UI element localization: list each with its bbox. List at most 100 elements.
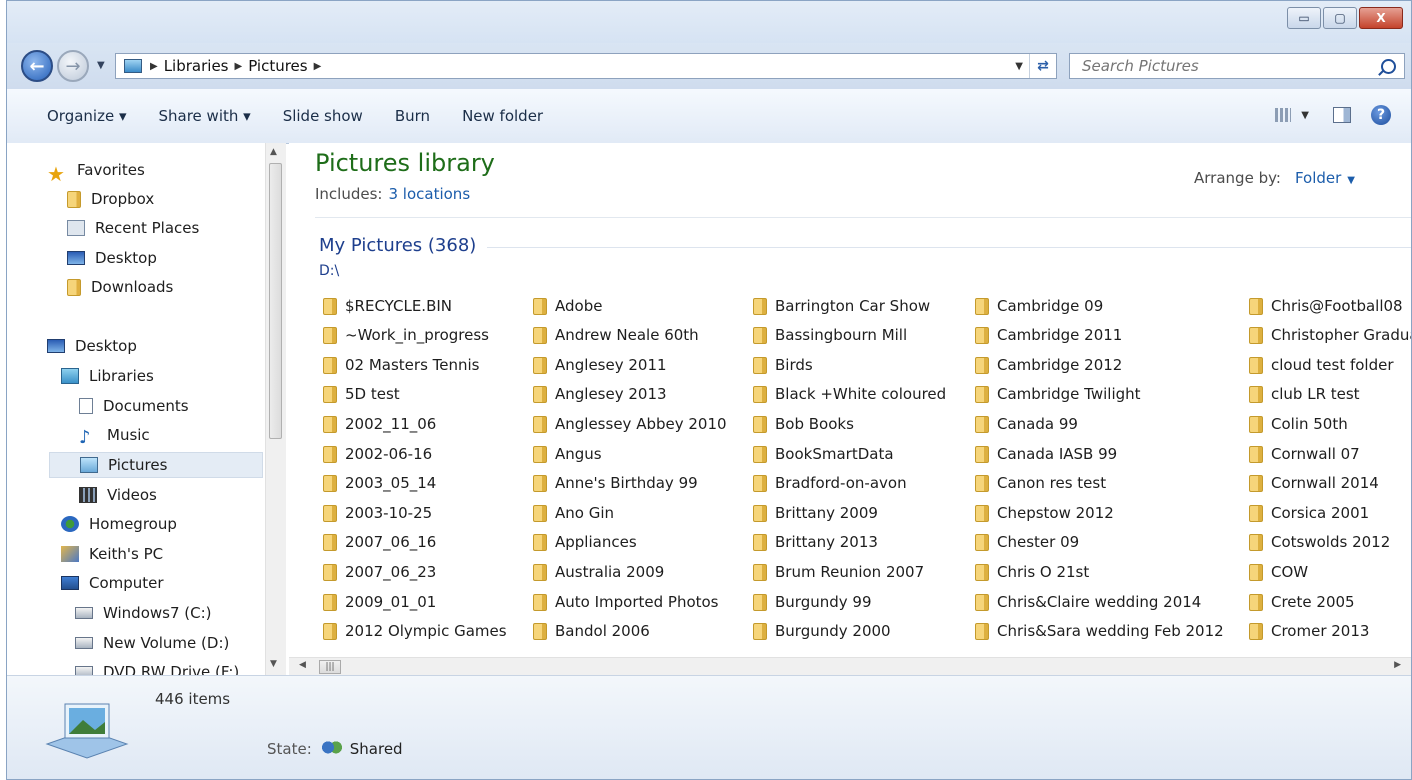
folder-item[interactable]: Bradford-on-avon bbox=[753, 472, 907, 494]
includes-locations-link[interactable]: 3 locations bbox=[388, 185, 470, 203]
folder-item[interactable]: 2012 Olympic Games bbox=[323, 620, 507, 642]
folder-item[interactable]: Black +White coloured bbox=[753, 383, 946, 405]
folder-item[interactable]: Bassingbourn Mill bbox=[753, 324, 907, 346]
folder-item[interactable]: Chris@Football08 bbox=[1249, 295, 1403, 317]
minimize-button[interactable]: ▭ bbox=[1287, 7, 1321, 29]
folder-item[interactable]: Auto Imported Photos bbox=[533, 591, 719, 613]
scroll-left-icon[interactable]: ◀ bbox=[299, 660, 306, 670]
arrange-by-dropdown[interactable]: Folder bbox=[1295, 169, 1341, 187]
folder-item[interactable]: Angus bbox=[533, 443, 602, 465]
folder-item[interactable]: Cambridge Twilight bbox=[975, 383, 1141, 405]
share-with-button[interactable]: Share with ▾ bbox=[155, 103, 255, 129]
view-options-dropdown[interactable]: ▼ bbox=[1301, 110, 1309, 121]
folder-item[interactable]: Brittany 2013 bbox=[753, 531, 878, 553]
new-folder-button[interactable]: New folder bbox=[458, 103, 547, 129]
folder-item[interactable]: Burgundy 99 bbox=[753, 591, 872, 613]
search-icon[interactable] bbox=[1381, 58, 1396, 74]
nav-computer[interactable]: Computer bbox=[61, 570, 164, 596]
folder-item[interactable]: Canon res test bbox=[975, 472, 1106, 494]
nav-libraries[interactable]: Libraries bbox=[61, 363, 154, 389]
folder-item[interactable]: Cromer 2013 bbox=[1249, 620, 1369, 642]
breadcrumb-pictures[interactable]: Pictures bbox=[248, 57, 307, 75]
address-bar[interactable]: ▶ Libraries ▶ Pictures ▶ ▼ ⇄ bbox=[115, 53, 1057, 79]
nav-favorites[interactable]: ★ Favorites bbox=[47, 157, 145, 186]
folder-item[interactable]: Chris&Claire wedding 2014 bbox=[975, 591, 1201, 613]
folder-item[interactable]: Cambridge 2012 bbox=[975, 354, 1122, 376]
horizontal-scrollbar[interactable]: ◀ ||| ▶ bbox=[289, 657, 1411, 676]
folder-item[interactable]: Bob Books bbox=[753, 413, 854, 435]
folder-item[interactable]: Brittany 2009 bbox=[753, 502, 878, 524]
folder-item[interactable]: Chris&Sara wedding Feb 2012 bbox=[975, 620, 1224, 642]
folder-item[interactable]: 2009_01_01 bbox=[323, 591, 436, 613]
folder-item[interactable]: cloud test folder bbox=[1249, 354, 1394, 376]
burn-button[interactable]: Burn bbox=[391, 103, 434, 129]
folder-item[interactable]: Ano Gin bbox=[533, 502, 614, 524]
search-box[interactable] bbox=[1069, 53, 1405, 79]
scrollbar-thumb[interactable] bbox=[269, 163, 282, 439]
maximize-button[interactable]: ▢ bbox=[1323, 7, 1357, 29]
recent-pages-dropdown[interactable]: ▼ bbox=[97, 60, 105, 71]
organize-button[interactable]: Organize ▾ bbox=[43, 103, 131, 129]
nav-windows7-c[interactable]: Windows7 (C:) bbox=[75, 600, 212, 626]
folder-item[interactable]: Canada IASB 99 bbox=[975, 443, 1117, 465]
folder-item[interactable]: 2002-06-16 bbox=[323, 443, 432, 465]
nav-music[interactable]: ♪ Music bbox=[79, 422, 150, 448]
nav-desktop[interactable]: Desktop bbox=[47, 333, 137, 359]
folder-item[interactable]: Canada 99 bbox=[975, 413, 1078, 435]
folder-item[interactable]: Cotswolds 2012 bbox=[1249, 531, 1390, 553]
forward-button[interactable]: → bbox=[57, 50, 89, 82]
folder-item[interactable]: Barrington Car Show bbox=[753, 295, 930, 317]
folder-item[interactable]: Anne's Birthday 99 bbox=[533, 472, 698, 494]
folder-item[interactable]: Anglesey 2013 bbox=[533, 383, 667, 405]
scrollbar-thumb[interactable]: ||| bbox=[319, 660, 341, 674]
folder-item[interactable]: 2002_11_06 bbox=[323, 413, 436, 435]
folder-item[interactable]: club LR test bbox=[1249, 383, 1360, 405]
folder-item[interactable]: ~Work_in_progress bbox=[323, 324, 489, 346]
help-icon[interactable]: ? bbox=[1371, 105, 1391, 125]
nav-dropbox[interactable]: Dropbox bbox=[67, 186, 154, 212]
breadcrumb-chevron-icon[interactable]: ▶ bbox=[235, 61, 243, 72]
folder-item[interactable]: COW bbox=[1249, 561, 1308, 583]
folder-item[interactable]: Colin 50th bbox=[1249, 413, 1348, 435]
folder-item[interactable]: 5D test bbox=[323, 383, 400, 405]
search-input[interactable] bbox=[1080, 56, 1364, 76]
folder-item[interactable]: Corsica 2001 bbox=[1249, 502, 1369, 524]
preview-pane-icon[interactable] bbox=[1333, 107, 1351, 123]
breadcrumb-chevron-icon[interactable]: ▶ bbox=[314, 61, 322, 72]
scroll-down-icon[interactable]: ▼ bbox=[270, 659, 277, 669]
nav-pictures[interactable]: Pictures bbox=[49, 452, 263, 478]
folder-item[interactable]: Cambridge 2011 bbox=[975, 324, 1122, 346]
nav-videos[interactable]: Videos bbox=[79, 482, 157, 508]
chevron-down-icon[interactable]: ▼ bbox=[1347, 175, 1355, 186]
navigation-scrollbar[interactable]: ▲ ▼ bbox=[265, 143, 286, 675]
slide-show-button[interactable]: Slide show bbox=[279, 103, 367, 129]
folder-item[interactable]: Adobe bbox=[533, 295, 602, 317]
breadcrumb-libraries[interactable]: Libraries bbox=[164, 57, 229, 75]
nav-recent-places[interactable]: Recent Places bbox=[67, 215, 199, 241]
folder-item[interactable]: Cornwall 2014 bbox=[1249, 472, 1379, 494]
folder-item[interactable]: Cornwall 07 bbox=[1249, 443, 1360, 465]
folder-item[interactable]: Chepstow 2012 bbox=[975, 502, 1114, 524]
folder-item[interactable]: Cambridge 09 bbox=[975, 295, 1103, 317]
folder-item[interactable]: $RECYCLE.BIN bbox=[323, 295, 452, 317]
scroll-up-icon[interactable]: ▲ bbox=[270, 147, 277, 157]
folder-item[interactable]: 2007_06_23 bbox=[323, 561, 436, 583]
nav-new-volume-d[interactable]: New Volume (D:) bbox=[75, 630, 229, 656]
folder-item[interactable]: Andrew Neale 60th bbox=[533, 324, 699, 346]
folder-item[interactable]: 2003-10-25 bbox=[323, 502, 432, 524]
nav-downloads[interactable]: Downloads bbox=[67, 274, 173, 300]
folder-item[interactable]: 2007_06_16 bbox=[323, 531, 436, 553]
folder-item[interactable]: 02 Masters Tennis bbox=[323, 354, 480, 376]
nav-keiths-pc[interactable]: Keith's PC bbox=[61, 541, 163, 567]
scroll-right-icon[interactable]: ▶ bbox=[1394, 660, 1401, 670]
nav-homegroup[interactable]: Homegroup bbox=[61, 511, 177, 537]
nav-desktop-favorite[interactable]: Desktop bbox=[67, 245, 157, 271]
folder-item[interactable]: 2003_05_14 bbox=[323, 472, 436, 494]
nav-dvd-rw-drive-f[interactable]: DVD RW Drive (F:) bbox=[75, 659, 239, 675]
folder-item[interactable]: Anglessey Abbey 2010 bbox=[533, 413, 727, 435]
folder-item[interactable]: Brum Reunion 2007 bbox=[753, 561, 924, 583]
folder-item[interactable]: Bandol 2006 bbox=[533, 620, 650, 642]
folder-item[interactable]: Anglesey 2011 bbox=[533, 354, 667, 376]
folder-item[interactable]: Birds bbox=[753, 354, 813, 376]
close-button[interactable]: X bbox=[1359, 7, 1403, 29]
